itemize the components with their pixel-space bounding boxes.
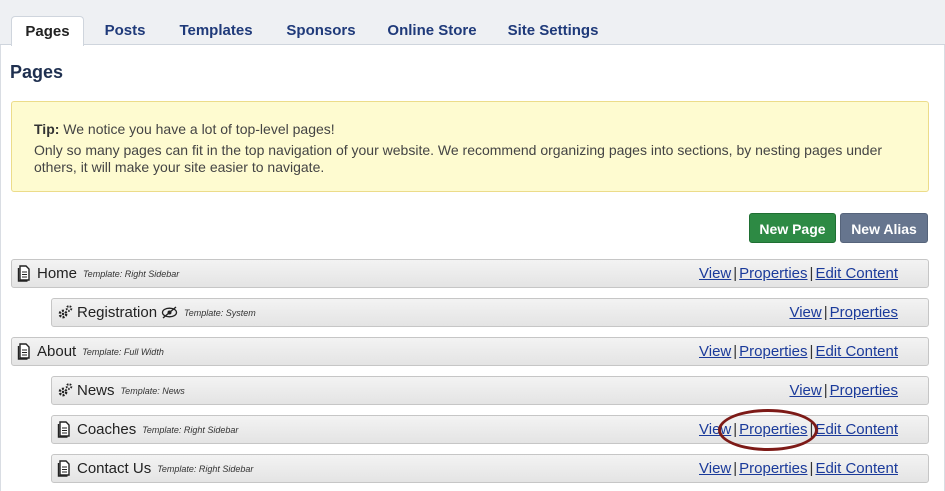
tip-box: Tip: We notice you have a lot of top-lev…: [11, 101, 929, 192]
view-link[interactable]: View: [699, 265, 731, 282]
page-row-title: News Template: News: [77, 382, 185, 399]
properties-link[interactable]: Properties: [739, 421, 807, 438]
separator: |: [733, 265, 738, 282]
template-label: Template: Right Sidebar: [142, 425, 239, 435]
page-row-title: Contact Us Template: Right Sidebar: [77, 460, 253, 477]
page-name[interactable]: News: [77, 382, 115, 399]
page-title: Pages: [10, 62, 64, 82]
edit-content-link[interactable]: Edit Content: [815, 421, 898, 438]
view-link[interactable]: View: [699, 421, 731, 438]
page-icon: [57, 421, 70, 438]
row-actions: View | Properties: [789, 304, 898, 321]
tab-posts[interactable]: Posts: [94, 16, 156, 45]
page-row-about: About Template: Full Width View | Propertie…: [11, 337, 929, 366]
template-label: Template: System: [184, 308, 256, 318]
separator: |: [809, 460, 814, 477]
view-link[interactable]: View: [699, 343, 731, 360]
tab-pages[interactable]: Pages: [11, 16, 84, 46]
tip-headline: We notice you have a lot of top-level pa…: [63, 121, 335, 137]
page-name[interactable]: Contact Us: [77, 460, 151, 477]
page-row-title: Coaches Template: Right Sidebar: [77, 421, 238, 438]
separator: |: [809, 343, 814, 360]
row-actions: View | Properties | Edit Content: [699, 343, 898, 360]
separator: |: [733, 421, 738, 438]
page-icon: [17, 343, 30, 360]
page-name[interactable]: About: [37, 343, 76, 360]
page-row-home: Home Template: Right Sidebar View | Propert…: [11, 259, 929, 288]
tab-online-store[interactable]: Online Store: [378, 16, 486, 45]
view-link[interactable]: View: [789, 304, 821, 321]
template-label: Template: News: [120, 386, 185, 396]
tip-body: Only so many pages can fit in the top na…: [34, 142, 883, 175]
edit-content-link[interactable]: Edit Content: [815, 460, 898, 477]
page-row-contact-us: Contact Us Template: Right Sidebar View | P…: [51, 454, 929, 483]
template-label: Template: Right Sidebar: [157, 464, 254, 474]
gears-icon: [58, 383, 73, 397]
template-label: Template: Full Width: [82, 347, 164, 357]
edit-content-link[interactable]: Edit Content: [815, 265, 898, 282]
properties-link[interactable]: Properties: [739, 460, 807, 477]
separator: |: [733, 460, 738, 477]
new-alias-button[interactable]: New Alias: [840, 213, 928, 243]
separator: |: [823, 304, 828, 321]
view-link[interactable]: View: [699, 460, 731, 477]
page-name[interactable]: Home: [37, 265, 77, 282]
template-label: Template: Right Sidebar: [83, 269, 180, 279]
tab-templates[interactable]: Templates: [168, 16, 264, 45]
tip-label: Tip:: [34, 121, 60, 137]
page-row-title: Home Template: Right Sidebar: [37, 265, 179, 282]
separator: |: [823, 382, 828, 399]
row-actions: View | Properties | Edit Content: [699, 265, 898, 282]
eye-slash-icon: [161, 306, 178, 319]
new-page-button[interactable]: New Page: [749, 213, 836, 243]
properties-link[interactable]: Properties: [830, 304, 898, 321]
page-name[interactable]: Registration: [77, 304, 157, 321]
view-link[interactable]: View: [789, 382, 821, 399]
page-row-news: News Template: News View | Properties: [51, 376, 929, 405]
separator: |: [809, 265, 814, 282]
row-actions: View | Properties | Edit Content: [699, 421, 898, 438]
page-icon: [57, 460, 70, 477]
separator: |: [733, 343, 738, 360]
properties-link[interactable]: Properties: [739, 265, 807, 282]
page-row-title: Registration Template: System: [77, 304, 256, 321]
row-actions: View | Properties | Edit Content: [699, 460, 898, 477]
tab-sponsors[interactable]: Sponsors: [276, 16, 366, 45]
page-row-registration: Registration Template: System View | Proper…: [51, 298, 929, 327]
page-row-coaches: Coaches Template: Right Sidebar View | Prop…: [51, 415, 929, 444]
page-name[interactable]: Coaches: [77, 421, 136, 438]
tab-bar: Pages Posts Templates Sponsors Online St…: [0, 0, 945, 46]
separator: |: [809, 421, 814, 438]
properties-link[interactable]: Properties: [739, 343, 807, 360]
gears-icon: [58, 305, 73, 319]
page-row-title: About Template: Full Width: [37, 343, 164, 360]
properties-link[interactable]: Properties: [830, 382, 898, 399]
edit-content-link[interactable]: Edit Content: [815, 343, 898, 360]
row-actions: View | Properties: [789, 382, 898, 399]
page-icon: [17, 265, 30, 282]
tab-site-settings[interactable]: Site Settings: [498, 16, 608, 45]
